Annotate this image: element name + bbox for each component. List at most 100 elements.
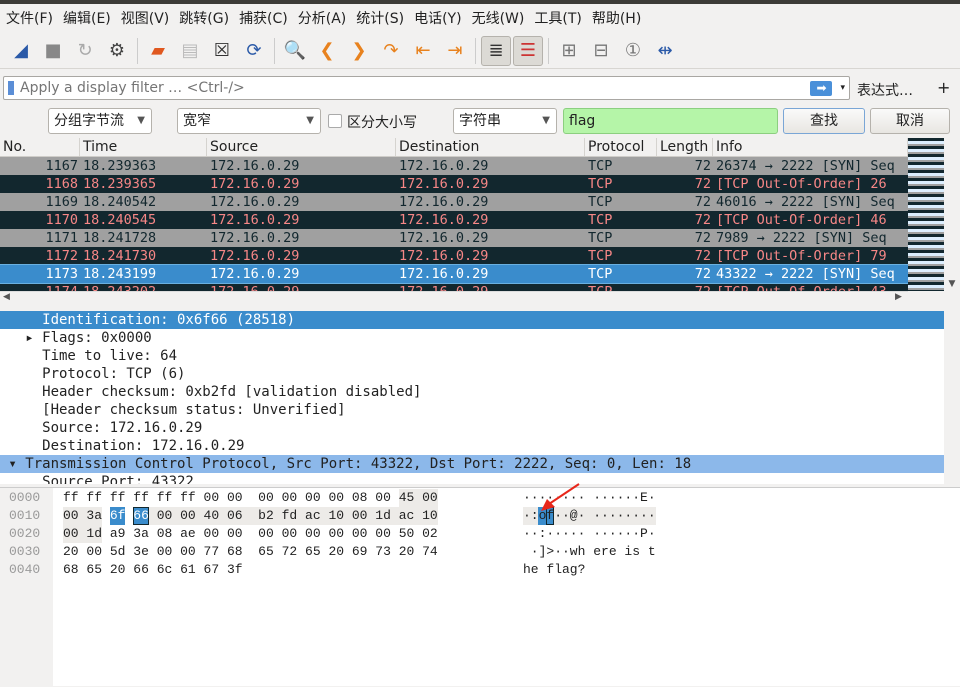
open-file-icon[interactable]: ▰ [143,36,173,66]
hex-byte[interactable]: 5d [110,543,126,561]
hex-byte[interactable]: 00 [305,525,321,543]
hex-byte[interactable]: 00 [328,489,344,507]
hex-byte[interactable]: 00 [63,507,79,525]
reload-icon[interactable]: ⟳ [239,36,269,66]
hex-byte[interactable]: 69 [352,543,368,561]
hex-byte[interactable]: ac [305,507,321,525]
char-width-select[interactable]: 宽窄 ▼ [177,108,321,134]
detail-tree-item[interactable]: ▸ Flags: 0x0000 [0,329,944,347]
detail-tree-item[interactable]: Source: 172.16.0.29 [0,419,944,437]
hex-byte[interactable]: 6c [157,561,173,579]
hex-byte[interactable]: 00 [375,489,391,507]
hex-byte[interactable]: 66 [133,507,149,525]
hex-byte[interactable]: ff [86,489,102,507]
hex-byte[interactable]: 00 [204,489,220,507]
hex-byte[interactable]: 00 [180,543,196,561]
search-string-input[interactable]: flag [563,108,778,134]
hex-byte[interactable]: 08 [352,489,368,507]
hex-byte[interactable]: 00 [180,507,196,525]
hex-byte[interactable]: 10 [328,507,345,525]
back-icon[interactable]: ❮ [312,36,342,66]
hex-byte[interactable]: 68 [227,543,243,561]
detail-tree-item[interactable]: Protocol: TCP (6) [0,365,944,383]
forward-icon[interactable]: ❯ [344,36,374,66]
hex-byte[interactable]: ac [398,507,415,525]
hex-byte[interactable]: 45 [398,489,415,507]
hex-byte[interactable]: 00 [204,525,220,543]
column-header-no[interactable]: No. [0,138,80,156]
hex-byte[interactable]: 20 [328,543,344,561]
packet-row[interactable]: 1171 18.241728 172.16.0.29 172.16.0.29 TCP 72… [0,229,908,247]
hex-byte[interactable]: 50 [399,525,415,543]
detail-tree-item[interactable]: Identification: 0x6f66 (28518) [0,311,944,329]
options-gear-icon[interactable]: ⚙ [102,36,132,66]
autoscroll-icon[interactable]: ≣ [481,35,511,66]
column-header-destination[interactable]: Destination [396,138,585,156]
save-file-icon[interactable]: ▤ [175,36,205,66]
hex-byte[interactable]: 3a [133,525,149,543]
hex-byte[interactable]: 6f [109,507,126,525]
hex-byte[interactable]: fd [281,507,298,525]
hex-byte[interactable]: b2 [258,507,274,525]
hex-byte[interactable]: 3e [133,543,149,561]
cancel-button[interactable]: 取消 [870,108,950,134]
hex-byte[interactable]: 00 [422,489,438,507]
filter-history-dropdown-icon[interactable]: ▾ [840,83,845,93]
packet-row[interactable]: 1170 18.240545 172.16.0.29 172.16.0.29 TCP 72… [0,211,908,229]
hex-byte[interactable]: a9 [110,525,126,543]
hex-byte[interactable]: 74 [422,543,438,561]
add-filter-button[interactable]: + [937,78,950,97]
detail-tree-item[interactable]: Header checksum: 0xb2fd [validation disa… [0,383,944,401]
hex-byte[interactable]: 65 [305,543,321,561]
hex-byte[interactable]: 20 [399,543,415,561]
hex-byte[interactable]: 00 [351,507,368,525]
close-file-icon[interactable]: ☒ [207,36,237,66]
apply-filter-arrow-icon[interactable]: ➡ [810,80,833,96]
hex-byte[interactable]: 00 [258,525,274,543]
goto-packet-icon[interactable]: ↷ [376,36,406,66]
hex-byte[interactable]: 06 [226,507,243,525]
menu-item[interactable]: 文件(F) [6,8,53,28]
hex-byte[interactable]: 02 [422,525,438,543]
hex-byte[interactable]: 00 [86,543,102,561]
packet-minimap[interactable] [908,138,944,291]
hex-byte[interactable]: ff [110,489,126,507]
colorize-icon[interactable]: ☰ [513,35,543,66]
display-filter-bar[interactable]: ➡ ▾ [3,76,850,100]
hex-byte[interactable]: 00 [258,489,274,507]
column-header-source[interactable]: Source [207,138,396,156]
find-icon[interactable]: 🔍 [280,36,310,66]
hex-byte[interactable]: 67 [204,561,220,579]
hex-byte[interactable]: 00 [305,489,321,507]
column-header-length[interactable]: Length [657,138,713,156]
packet-list-horizontal-scrollbar[interactable]: ◀ ▶ [0,291,908,305]
menu-item[interactable]: 视图(V) [121,8,170,28]
hex-byte[interactable]: 00 [352,525,368,543]
menu-item[interactable]: 帮助(H) [592,8,641,28]
menu-item[interactable]: 捕获(C) [239,8,288,28]
hex-byte[interactable]: 20 [63,543,79,561]
packet-list-vertical-scrollbar[interactable]: ▼ [944,138,960,291]
menu-item[interactable]: 跳转(G) [179,8,229,28]
hex-byte[interactable]: 1d [375,507,391,525]
column-header-time[interactable]: Time [80,138,207,156]
first-packet-icon[interactable]: ⇤ [408,36,438,66]
stop-icon[interactable]: ■ [38,36,68,66]
detail-tree-item[interactable]: Time to live: 64 [0,347,944,365]
hex-byte[interactable]: 00 [375,525,391,543]
hex-byte[interactable]: 65 [258,543,274,561]
hex-byte[interactable]: 73 [375,543,391,561]
find-button[interactable]: 查找 [783,108,865,134]
packet-row[interactable]: 117418.243202172.16.0.29172.16.0.29TCP72… [0,283,908,291]
bookmark-icon[interactable] [8,81,14,95]
packet-row[interactable]: 1172 18.241730 172.16.0.29 172.16.0.29 TCP 72… [0,247,908,265]
packet-row[interactable]: 1168 18.239365 172.16.0.29 172.16.0.29 TCP 72… [0,175,908,193]
expression-button[interactable]: 表达式… [857,80,913,100]
menu-item[interactable]: 工具(T) [534,8,581,28]
hex-byte[interactable]: 61 [180,561,196,579]
hex-byte[interactable]: ff [63,489,79,507]
restart-icon[interactable]: ↻ [70,36,100,66]
hex-byte[interactable]: 65 [86,561,102,579]
hex-byte[interactable]: 08 [157,525,173,543]
search-in-select[interactable]: 分组字节流 ▼ [48,108,152,134]
